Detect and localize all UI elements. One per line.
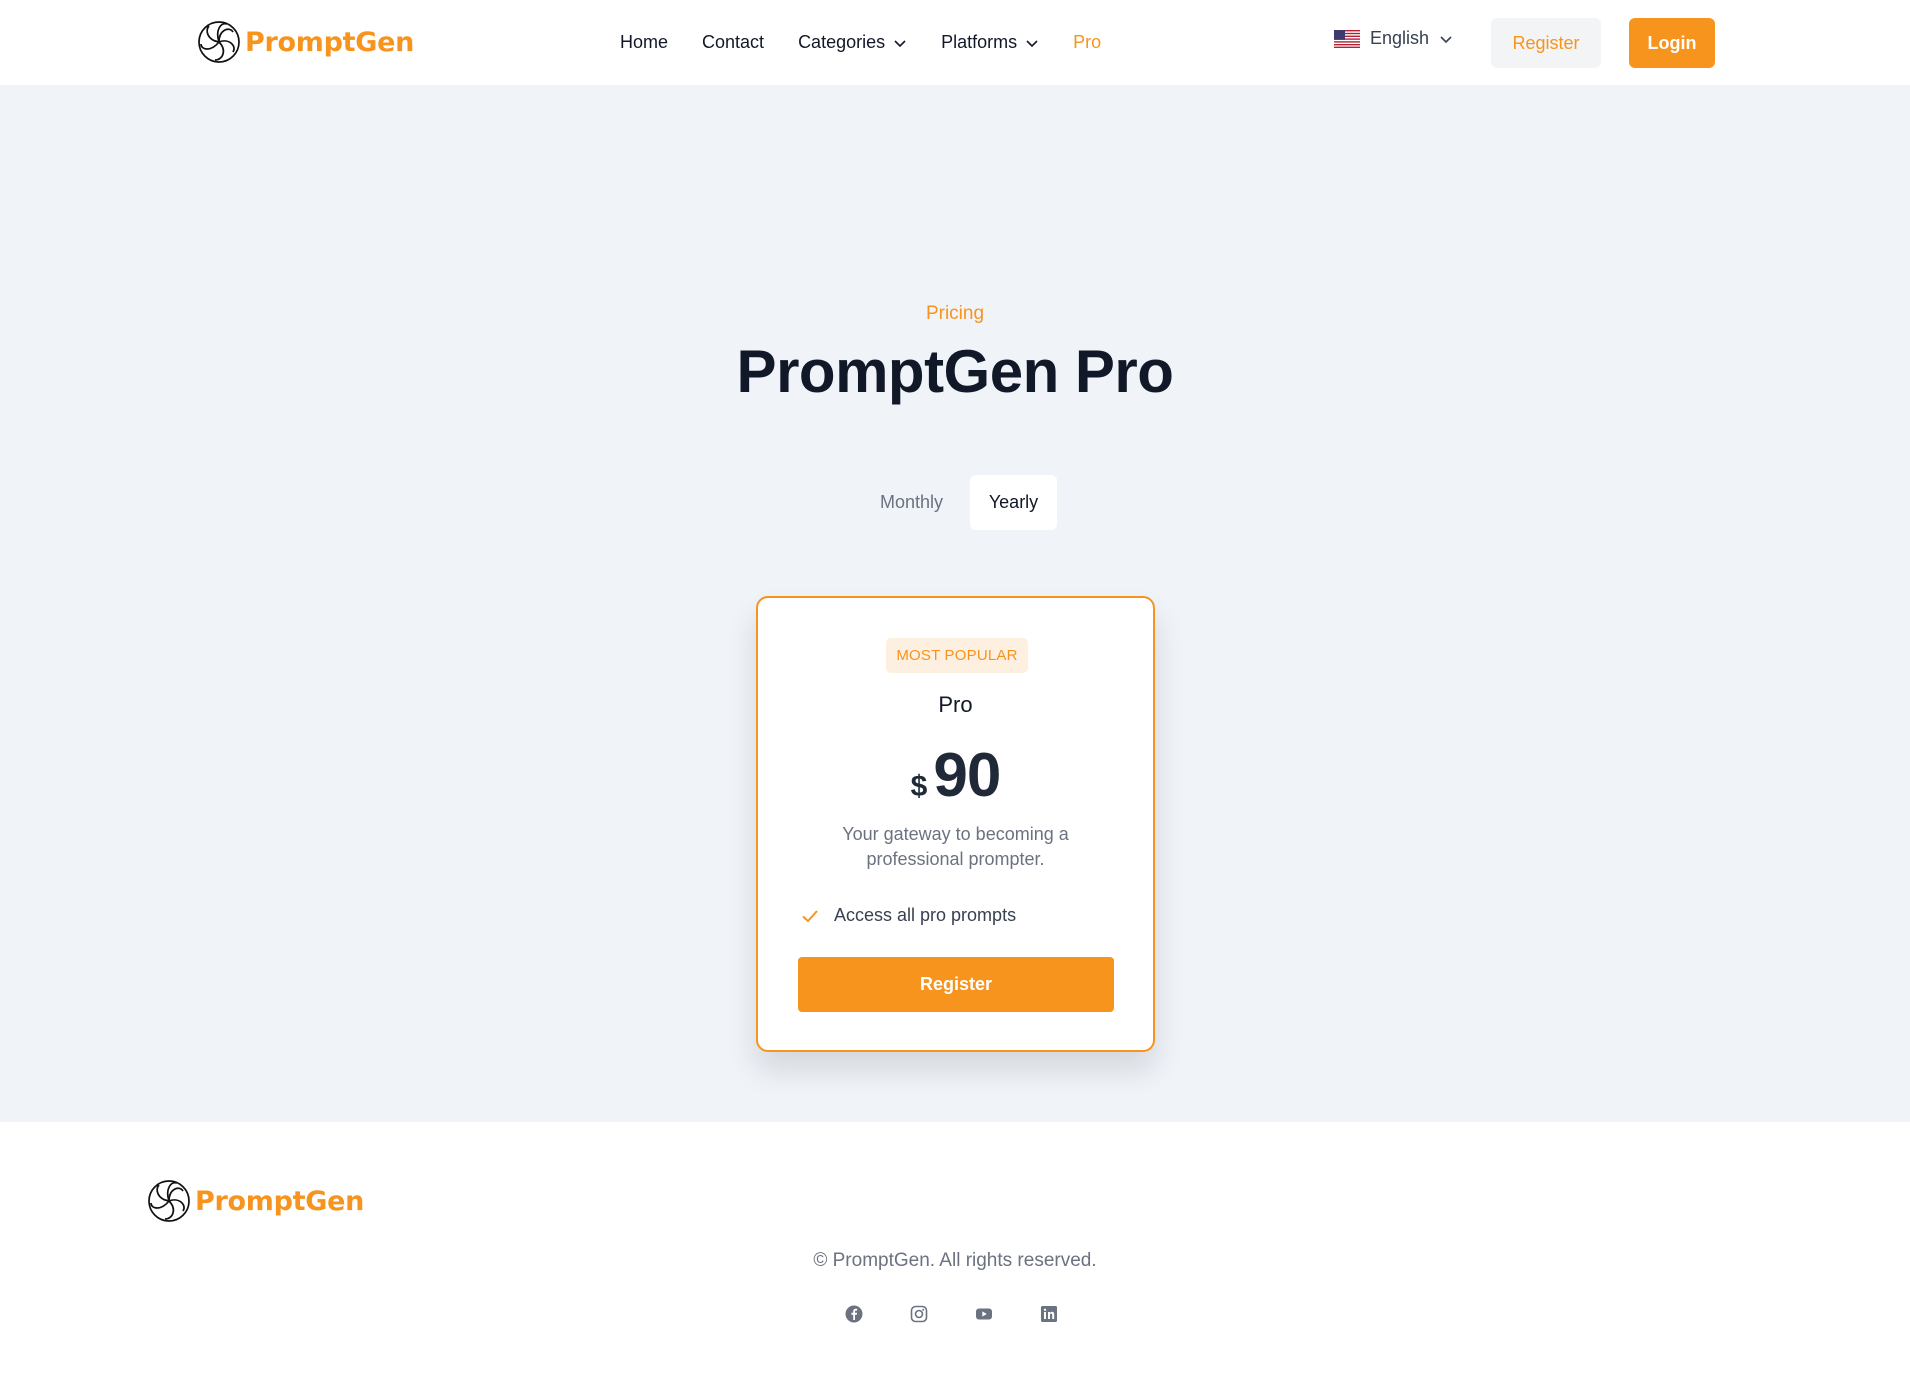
feature-label: Access all pro prompts [834, 905, 1017, 925]
nav-home-label: Home [620, 32, 669, 52]
plan-register-button[interactable]: Register [798, 957, 1114, 1012]
nav-platforms-label: Platforms [941, 32, 1018, 52]
header-logo[interactable]: PromptGen [197, 20, 414, 64]
youtube-icon[interactable] [975, 1305, 993, 1323]
plan-name: Pro [938, 692, 973, 717]
check-icon [802, 909, 818, 922]
logo-text: PromptGen [195, 1185, 365, 1217]
nav-pro[interactable]: Pro [1073, 32, 1101, 53]
nav-home[interactable]: Home [620, 32, 668, 53]
plan-price: $ 90 [758, 740, 1153, 811]
toggle-yearly[interactable]: Yearly [970, 475, 1057, 530]
nav-contact[interactable]: Contact [702, 32, 764, 53]
site-header: PromptGen Home Contact Categories Platfo… [0, 0, 1910, 85]
nav-contact-label: Contact [702, 32, 765, 52]
copyright-text: © PromptGen. All rights reserved. [813, 1250, 1097, 1271]
nav-categories-dropdown[interactable]: Categories [798, 32, 907, 53]
logo-text: PromptGen [245, 26, 415, 58]
social-links [845, 1305, 1058, 1323]
language-selector[interactable]: English [1334, 28, 1453, 49]
feature-item: Access all pro prompts [800, 905, 1016, 926]
instagram-icon[interactable] [910, 1305, 928, 1323]
page-title: PromptGen Pro [736, 338, 1174, 405]
price-amount: 90 [933, 741, 1001, 810]
toggle-monthly[interactable]: Monthly [853, 475, 970, 530]
header-login-button[interactable]: Login [1629, 18, 1715, 68]
facebook-icon[interactable] [845, 1305, 863, 1323]
linkedin-icon[interactable] [1040, 1305, 1058, 1323]
header-register-button[interactable]: Register [1491, 18, 1601, 68]
us-flag-icon [1334, 29, 1360, 48]
price-currency: $ [910, 770, 928, 803]
main-nav: Home Contact Categories Platforms Pro [620, 0, 1135, 85]
section-eyebrow: Pricing [925, 303, 985, 324]
pricing-section: Pricing PromptGen Pro Monthly Yearly MOS… [0, 85, 1910, 1122]
billing-toggle: Monthly Yearly [853, 475, 1057, 530]
chevron-down-icon [1026, 39, 1038, 47]
footer-logo[interactable]: PromptGen [147, 1179, 364, 1223]
plan-description: Your gateway to becoming a professional … [842, 824, 1069, 869]
logo-icon [198, 21, 240, 63]
nav-platforms-dropdown[interactable]: Platforms [941, 32, 1039, 53]
language-label: English [1370, 28, 1430, 48]
logo-icon [148, 1180, 190, 1222]
pricing-card: MOST POPULAR Pro $ 90 Your gateway to be… [756, 596, 1155, 1052]
nav-pro-label: Pro [1073, 32, 1102, 52]
site-footer: PromptGen © PromptGen. All rights reserv… [0, 1122, 1910, 1392]
chevron-down-icon [894, 39, 906, 47]
chevron-down-icon [1440, 35, 1452, 43]
most-popular-badge: MOST POPULAR [886, 638, 1028, 673]
nav-categories-label: Categories [798, 32, 886, 52]
